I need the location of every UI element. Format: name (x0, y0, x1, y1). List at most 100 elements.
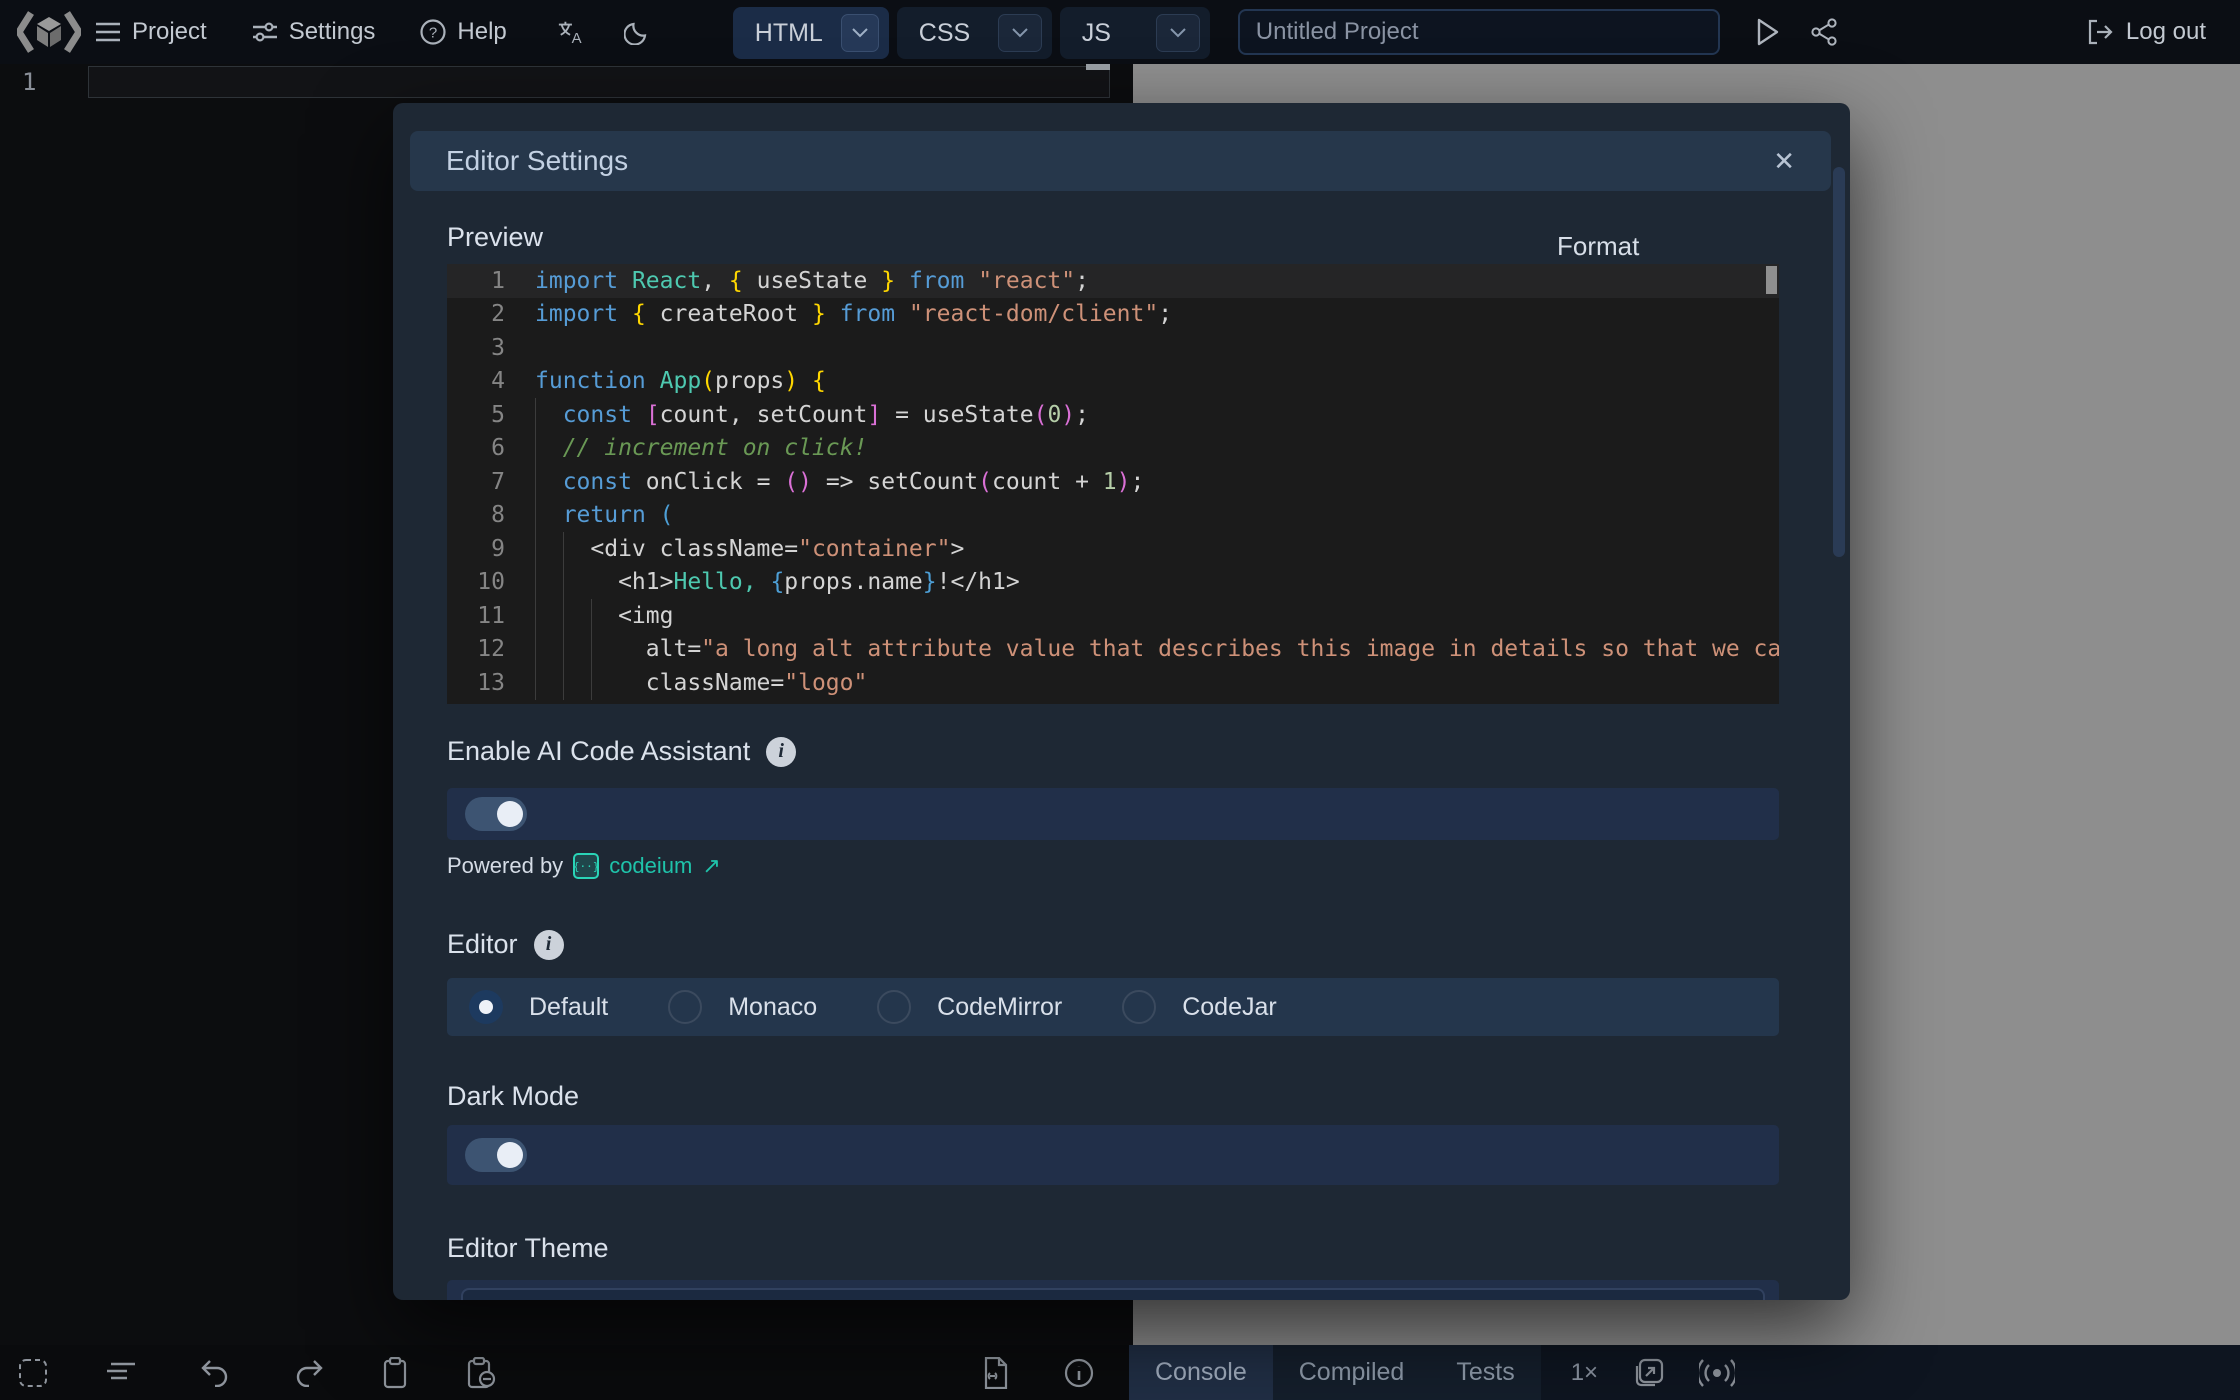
clipboard-icon[interactable] (372, 1345, 418, 1400)
menu-help-label: Help (457, 18, 506, 46)
zoom-level[interactable]: 1× (1571, 1359, 1598, 1387)
logout-label: Log out (2126, 18, 2206, 46)
menu-project-label: Project (132, 18, 207, 46)
code-line[interactable]: 5 const [count, setCount] = useState(0); (447, 398, 1779, 432)
info-circle-icon[interactable] (1056, 1345, 1102, 1400)
line-number: 9 (447, 536, 505, 562)
broadcast-icon[interactable] (1694, 1345, 1740, 1400)
indent-guide (591, 599, 592, 700)
radio-default-label: Default (529, 993, 608, 1022)
modal-scrollbar-thumb[interactable] (1833, 167, 1845, 557)
chevron-down-icon[interactable] (1156, 14, 1200, 52)
code-line[interactable]: 10 <h1>Hello, {props.name}!</h1> (447, 566, 1779, 600)
tab-tests[interactable]: Tests (1430, 1345, 1540, 1400)
menu-settings[interactable]: Settings (251, 18, 376, 46)
codeium-icon: {··} (573, 853, 599, 879)
line-number: 10 (447, 569, 505, 595)
editor-scrollbar[interactable] (1086, 64, 1110, 70)
code-line[interactable]: 4function App(props) { (447, 365, 1779, 399)
powered-by: Powered by {··} codeium ↗ (447, 853, 721, 879)
line-text: return ( (505, 502, 674, 528)
radio-monaco[interactable]: Monaco (668, 990, 817, 1024)
project-name-input[interactable] (1238, 9, 1720, 55)
menu-help[interactable]: ? Help (419, 18, 506, 46)
editor-choice-row: Default Monaco CodeMirror CodeJar (447, 978, 1779, 1036)
logout-button[interactable]: Log out (2086, 18, 2206, 46)
code-line[interactable]: 2import { createRoot } from "react-dom/c… (447, 298, 1779, 332)
hamburger-icon (94, 18, 122, 46)
code-line[interactable]: 7 const onClick = () => setCount(count +… (447, 465, 1779, 499)
codeium-link[interactable]: codeium (609, 853, 692, 879)
radio-unselected-icon (1122, 990, 1156, 1024)
code-preview[interactable]: 1import React, { useState } from "react"… (447, 264, 1779, 704)
bottom-right-section: Console Compiled Tests 1× (1129, 1345, 2240, 1400)
svg-text:?: ? (429, 25, 437, 42)
align-left-icon[interactable] (98, 1345, 144, 1400)
format-button[interactable]: Format (1557, 231, 1639, 262)
radio-selected-icon (469, 990, 503, 1024)
share-icon[interactable] (1810, 18, 1838, 46)
radio-unselected-icon (668, 990, 702, 1024)
run-play-icon[interactable] (1754, 18, 1782, 46)
chevron-down-icon[interactable] (998, 14, 1042, 52)
dark-mode-label: Dark Mode (447, 1081, 579, 1112)
line-number: 13 (447, 670, 505, 696)
radio-default[interactable]: Default (469, 990, 608, 1024)
ai-toggle-row (447, 788, 1779, 840)
tab-css[interactable]: CSS (897, 7, 1052, 59)
code-line[interactable]: 1import React, { useState } from "react"… (447, 264, 1779, 298)
code-line[interactable]: 9 <div className="container"> (447, 532, 1779, 566)
code-scrollbar-thumb[interactable] (1766, 266, 1777, 294)
app-logo-icon[interactable] (10, 6, 88, 58)
redo-icon[interactable] (286, 1345, 332, 1400)
file-link-icon[interactable] (972, 1345, 1018, 1400)
radio-codejar[interactable]: CodeJar (1122, 990, 1277, 1024)
modal-header: Editor Settings ✕ (410, 131, 1831, 191)
code-line[interactable]: 13 className="logo" (447, 666, 1779, 700)
moon-icon[interactable] (623, 18, 651, 46)
tab-html[interactable]: HTML (733, 7, 889, 59)
selection-box-icon[interactable] (10, 1345, 56, 1400)
radio-codemirror[interactable]: CodeMirror (877, 990, 1062, 1024)
dark-mode-row (447, 1125, 1779, 1185)
editor-line-number: 1 (22, 68, 36, 96)
line-number: 12 (447, 636, 505, 662)
line-text: // increment on click! (505, 435, 867, 461)
svg-text:A: A (571, 30, 581, 46)
chevron-down-icon[interactable] (841, 14, 879, 52)
external-link-icon[interactable] (1626, 1345, 1672, 1400)
undo-icon[interactable] (192, 1345, 238, 1400)
line-text: <img (505, 603, 673, 629)
tab-compiled[interactable]: Compiled (1273, 1345, 1431, 1400)
editor-theme-select[interactable] (461, 1288, 1765, 1300)
tab-html-label: HTML (755, 19, 823, 48)
info-icon[interactable]: i (766, 737, 796, 767)
editor-choice-label: Editor (447, 929, 518, 960)
tab-js[interactable]: JS (1060, 7, 1210, 59)
code-line[interactable]: 3 (447, 331, 1779, 365)
line-number: 6 (447, 435, 505, 461)
ai-assistant-toggle[interactable] (465, 797, 527, 831)
translate-icon[interactable]: A (557, 18, 585, 46)
editor-first-line[interactable] (88, 66, 1110, 98)
code-line[interactable]: 6 // increment on click! (447, 432, 1779, 466)
menu-settings-label: Settings (289, 18, 376, 46)
tab-console[interactable]: Console (1129, 1345, 1273, 1400)
ai-assistant-heading: Enable AI Code Assistant i (447, 736, 796, 767)
code-line[interactable]: 8 return ( (447, 499, 1779, 533)
line-text: alt="a long alt attribute value that des… (505, 636, 1779, 662)
line-text: import React, { useState } from "react"; (505, 268, 1089, 294)
line-text: const [count, setCount] = useState(0); (505, 402, 1089, 428)
code-line[interactable]: 12 alt="a long alt attribute value that … (447, 633, 1779, 667)
output-tabs: Console Compiled Tests (1129, 1345, 1541, 1400)
sliders-icon (251, 18, 279, 46)
dark-mode-toggle[interactable] (465, 1138, 527, 1172)
info-icon[interactable]: i (534, 930, 564, 960)
close-icon[interactable]: ✕ (1773, 146, 1795, 177)
menu-project[interactable]: Project (94, 18, 207, 46)
clipboard-paste-icon[interactable] (458, 1345, 504, 1400)
code-line[interactable]: 11 <img (447, 599, 1779, 633)
line-text: import { createRoot } from "react-dom/cl… (505, 301, 1172, 327)
indent-guide (563, 532, 564, 700)
radio-codemirror-label: CodeMirror (937, 993, 1062, 1022)
